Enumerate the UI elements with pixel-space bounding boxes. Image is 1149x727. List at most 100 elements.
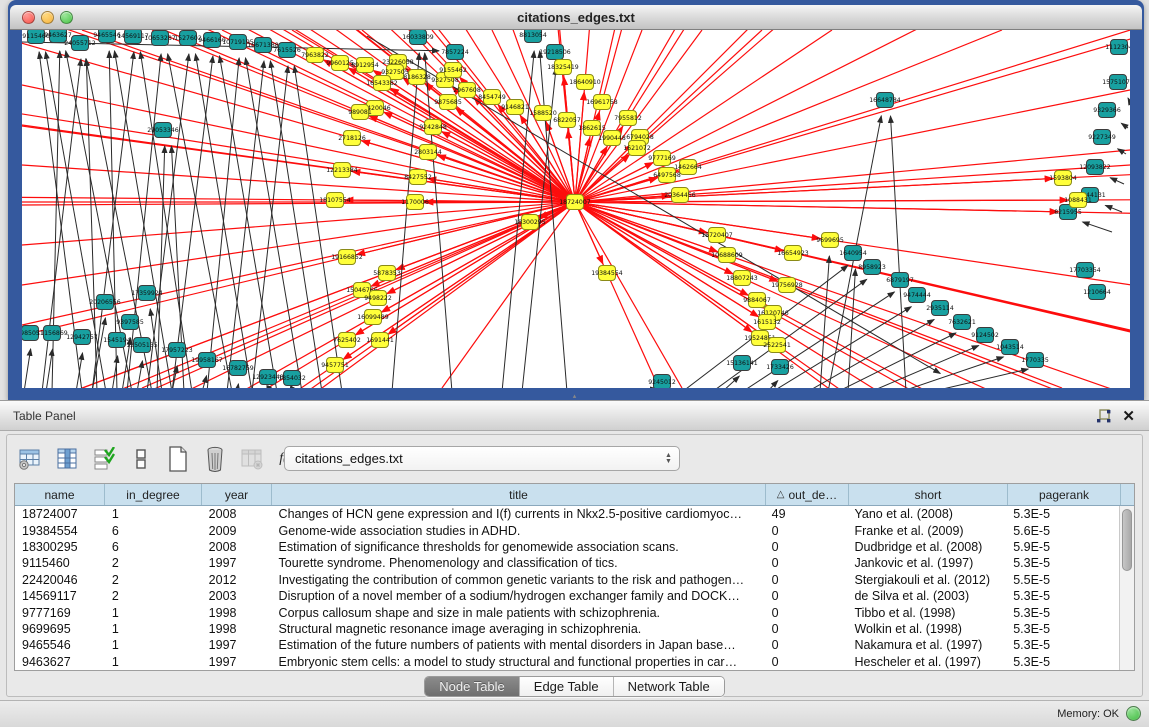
network-node[interactable]: 9474444 bbox=[903, 288, 931, 303]
window-titlebar[interactable]: citations_edges.txt bbox=[10, 5, 1142, 30]
network-node[interactable]: 19218506 bbox=[539, 45, 571, 60]
network-node[interactable]: 15720407 bbox=[701, 228, 733, 243]
network-node[interactable]: 9227349 bbox=[1088, 130, 1116, 145]
memory-status-icon[interactable] bbox=[1126, 706, 1141, 721]
column-header-year[interactable]: year bbox=[202, 484, 272, 505]
network-node[interactable]: 16654923 bbox=[777, 246, 809, 261]
citation-edge[interactable] bbox=[76, 353, 83, 388]
table-select-dropdown[interactable]: citations_edges.txt ▲ ▼ bbox=[284, 446, 680, 471]
float-window-icon[interactable] bbox=[1096, 409, 1111, 424]
citation-edge[interactable] bbox=[1105, 205, 1122, 212]
delete-table-icon[interactable] bbox=[202, 446, 228, 472]
citation-edge[interactable] bbox=[168, 54, 232, 388]
network-node[interactable]: 1210664 bbox=[1083, 285, 1111, 300]
network-node[interactable]: 19166852 bbox=[331, 250, 363, 265]
network-node[interactable]: 16033809 bbox=[402, 30, 434, 45]
column-header-short[interactable]: short bbox=[849, 484, 1008, 505]
citation-edge[interactable] bbox=[227, 61, 264, 388]
table-settings-icon[interactable] bbox=[17, 446, 43, 472]
network-node[interactable]: 9699695 bbox=[816, 233, 844, 248]
table-row[interactable]: 1830029562008Estimation of significance … bbox=[15, 539, 1119, 555]
network-node[interactable]: 9397585 bbox=[116, 315, 144, 330]
citation-edge[interactable] bbox=[870, 346, 979, 388]
citation-edge[interactable] bbox=[392, 53, 419, 388]
citation-edge-selected[interactable] bbox=[575, 202, 783, 251]
citation-edge[interactable] bbox=[237, 384, 238, 388]
network-node[interactable]: 2935114 bbox=[926, 301, 954, 316]
citation-edge[interactable] bbox=[137, 361, 142, 388]
network-node[interactable]: 12942757 bbox=[66, 330, 98, 345]
citation-edge-selected[interactable] bbox=[575, 178, 1053, 202]
network-node[interactable]: 15136141 bbox=[726, 356, 758, 371]
citation-edge-selected[interactable] bbox=[382, 202, 575, 312]
tab-node-table[interactable]: Node Table bbox=[425, 677, 520, 696]
network-node[interactable]: 1593804 bbox=[1049, 171, 1077, 186]
row-height-icon[interactable] bbox=[128, 446, 154, 472]
network-node[interactable]: 1733426 bbox=[766, 360, 794, 375]
column-header-name[interactable]: name bbox=[15, 484, 105, 505]
splitter-grip-icon[interactable]: ▴ bbox=[570, 394, 579, 399]
network-node[interactable]: 989081 bbox=[348, 105, 372, 120]
citation-edge-selected[interactable] bbox=[575, 202, 718, 252]
column-header-title[interactable]: title bbox=[272, 484, 766, 505]
network-node[interactable]: 9329366 bbox=[1093, 103, 1121, 118]
network-node[interactable]: 12093822 bbox=[1079, 160, 1111, 175]
citation-edge[interactable] bbox=[1083, 222, 1112, 232]
citation-edge[interactable] bbox=[246, 58, 302, 388]
citation-edge-selected[interactable] bbox=[575, 202, 682, 388]
network-node[interactable]: 16648784 bbox=[869, 93, 901, 108]
network-node[interactable]: 9245012 bbox=[648, 375, 676, 389]
table-row[interactable]: 977716911998Corpus callosum shape and si… bbox=[15, 604, 1119, 620]
network-node[interactable]: 17703354 bbox=[1069, 263, 1101, 278]
citation-edge-selected[interactable] bbox=[369, 116, 575, 202]
network-node[interactable]: 1691441 bbox=[366, 333, 394, 348]
network-node[interactable]: 16099489 bbox=[357, 310, 389, 325]
citation-edge[interactable] bbox=[930, 369, 1028, 388]
panel-splitter[interactable]: ▴ bbox=[0, 393, 1149, 400]
network-node[interactable]: 1112304 bbox=[1105, 40, 1130, 55]
tab-edge-table[interactable]: Edge Table bbox=[520, 677, 614, 696]
network-node[interactable]: 6822057 bbox=[553, 113, 581, 128]
column-header-in_degree[interactable]: in_degree bbox=[105, 484, 202, 505]
network-node[interactable]: 2718126 bbox=[338, 131, 366, 146]
network-node[interactable]: 18107554 bbox=[319, 193, 351, 208]
citation-edge[interactable] bbox=[1110, 178, 1124, 184]
citation-edge[interactable] bbox=[207, 58, 239, 388]
network-node[interactable]: 7955812 bbox=[614, 111, 642, 126]
network-canvas[interactable]: 9115460946362724055712946554614569117106… bbox=[22, 30, 1130, 388]
network-node[interactable]: 15751074 bbox=[1102, 75, 1130, 90]
network-node[interactable]: 9146821 bbox=[501, 100, 529, 115]
citation-edge[interactable] bbox=[46, 349, 53, 388]
table-row[interactable]: 1872400712008Changes of HCN gene express… bbox=[15, 506, 1119, 522]
citation-edge[interactable] bbox=[147, 54, 189, 388]
network-node[interactable]: 18640910 bbox=[569, 75, 601, 90]
vertical-scrollbar[interactable] bbox=[1119, 506, 1134, 670]
citation-edge[interactable] bbox=[172, 56, 213, 388]
citation-edge-selected[interactable] bbox=[22, 165, 575, 202]
citation-edge[interactable] bbox=[1128, 98, 1130, 102]
network-node[interactable]: 16961758 bbox=[586, 95, 618, 110]
tab-network-table[interactable]: Network Table bbox=[614, 677, 724, 696]
column-header-pagerank[interactable]: pagerank bbox=[1008, 484, 1121, 505]
citation-network-graph[interactable]: 9115460946362724055712946554614569117106… bbox=[22, 30, 1130, 388]
scrollbar-thumb[interactable] bbox=[1122, 509, 1132, 571]
table-row[interactable]: 2242004622012Investigating the contribut… bbox=[15, 572, 1119, 588]
table-row[interactable]: 946554611997Estimation of the future num… bbox=[15, 637, 1119, 653]
citation-edge[interactable] bbox=[1121, 123, 1128, 128]
network-node[interactable]: 1854032 bbox=[278, 371, 306, 386]
select-rows-icon[interactable] bbox=[91, 446, 117, 472]
column-header-out_de[interactable]: △out_de… bbox=[766, 484, 849, 505]
table-row[interactable]: 911546021997Tourette syndrome. Phenomeno… bbox=[15, 555, 1119, 571]
network-node[interactable]: 8912954 bbox=[351, 58, 379, 73]
network-node[interactable]: 19384554 bbox=[591, 266, 623, 281]
network-node[interactable]: 7632621 bbox=[948, 315, 976, 330]
citation-edge-selected[interactable] bbox=[575, 202, 1058, 212]
network-node[interactable]: 10688609 bbox=[711, 248, 743, 263]
select-column-icon[interactable] bbox=[54, 446, 80, 472]
network-node[interactable]: 9124502 bbox=[971, 328, 999, 343]
network-node[interactable]: 20364456 bbox=[664, 188, 696, 203]
network-node[interactable]: 1640954 bbox=[839, 246, 867, 261]
network-node[interactable]: 11156869 bbox=[36, 326, 68, 341]
network-node[interactable]: 1170006 bbox=[401, 195, 429, 210]
citation-edge[interactable] bbox=[24, 349, 31, 388]
